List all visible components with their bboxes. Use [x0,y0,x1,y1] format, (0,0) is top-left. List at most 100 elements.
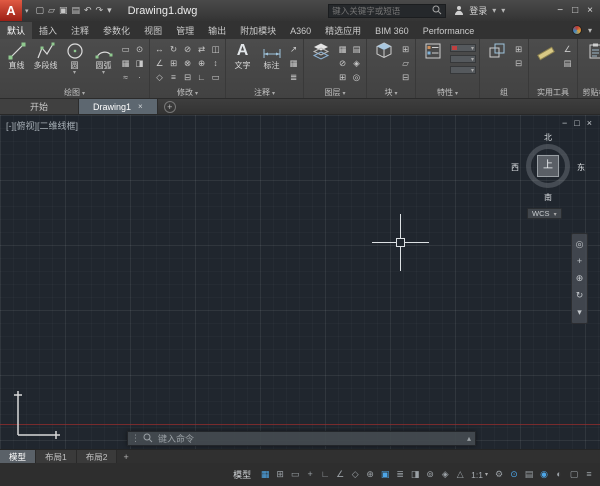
viewcube-east-label[interactable]: 东 [577,162,585,173]
object-snap-icon[interactable]: ▣ [378,467,392,482]
orbit-icon[interactable]: ↻ [572,287,587,304]
layer-freeze-icon[interactable]: ◈ [350,57,363,70]
panel-label-annotation[interactable]: 注释▾ [226,87,303,98]
app-logo[interactable]: A [0,0,22,21]
revision-cloud-icon[interactable]: ≈ [119,71,132,84]
ortho-mode-icon[interactable]: ∟ [318,467,332,482]
workspace-switching-icon[interactable]: ⚙ [492,467,506,482]
polar-tracking-icon[interactable]: ∠ [333,467,347,482]
layer-lock-icon[interactable]: ⊞ [336,71,349,84]
ribbon-tab-10[interactable]: 精选应用 [318,22,368,40]
dynamic-ucs-icon[interactable]: △ [453,467,467,482]
drawing-canvas[interactable]: [-][俯视][二维线框] − □ × 北 南 西 东 上 WCS ▾ ◎+⊕↻… [0,115,600,449]
color-wheel-icon[interactable] [572,25,582,35]
isometric-drafting-icon[interactable]: ◇ [348,467,362,482]
open-file-icon[interactable]: ▱ [48,0,55,21]
scale-icon[interactable]: ◇ [153,71,166,84]
layer-off-icon[interactable]: ⊘ [336,57,349,70]
panel-label-block[interactable]: 块▾ [367,87,415,98]
rectangle-icon[interactable]: ▭ [119,43,132,56]
object-snap-tracking-icon[interactable]: ⊕ [363,467,377,482]
window-minimize-icon[interactable]: − [557,0,563,21]
edit-block-icon[interactable]: ⊟ [399,71,412,84]
circle-tool-button[interactable]: 圆 ▾ [61,41,88,76]
file-tab-close-icon[interactable]: × [138,102,143,111]
panel-label-draw[interactable]: 绘图▾ [0,87,149,98]
layer-isolate-icon[interactable]: ◎ [350,71,363,84]
trim-icon[interactable]: ⊘ [181,43,194,56]
quick-properties-icon[interactable]: ▤ [522,467,536,482]
viewcube-south-label[interactable]: 南 [510,192,586,203]
chamfer-icon[interactable]: ∟ [195,71,208,84]
ribbon-tab-9[interactable]: A360 [283,22,318,40]
panel-label-layers[interactable]: 图层▾ [304,87,366,98]
layout-tab-layout2[interactable]: 布局2 [77,450,118,463]
new-layout-button[interactable]: + [117,450,134,463]
annotation-scale-button[interactable]: 1:1▾ [467,470,492,480]
panel-label-groups[interactable]: 组 [480,87,528,98]
file-tab-drawing1[interactable]: Drawing1× [79,99,158,114]
panel-label-modify[interactable]: 修改▾ [150,87,225,98]
measure-button[interactable] [532,41,559,61]
command-line-grip[interactable]: ⋮ [128,433,143,444]
ribbon-tab-8[interactable]: 附加模块 [233,22,283,40]
text-tool-button[interactable]: A 文字 [229,41,256,70]
wcs-dropdown[interactable]: WCS ▾ [527,208,562,219]
arc-tool-button[interactable]: 圆弧 ▾ [90,41,117,76]
3d-object-snap-icon[interactable]: ◈ [438,467,452,482]
measure-icon[interactable]: ∠ [561,43,574,56]
redo-icon[interactable]: ↷ [96,0,104,21]
viewcube-north-label[interactable]: 北 [510,132,586,143]
clean-screen-icon[interactable]: ▢ [567,467,581,482]
save-file-icon[interactable]: ▣ [59,0,68,21]
mirror-icon[interactable]: ◫ [209,43,222,56]
dimension-tool-button[interactable]: 标注 [258,41,285,70]
layout-tab-model[interactable]: 模型 [0,450,36,463]
quick-select-icon[interactable]: ▤ [561,57,574,70]
group-icon[interactable]: ⊞ [512,43,525,56]
selection-cycling-icon[interactable]: ⊚ [423,467,437,482]
ribbon-tab-2[interactable]: 插入 [32,22,64,40]
point-icon[interactable]: · [133,71,146,84]
qat-more-icon[interactable]: ▾ [107,0,112,21]
move-icon[interactable]: ↔ [153,43,166,56]
dynamic-input-icon[interactable]: + [303,467,317,482]
signin-caret-icon[interactable]: ▾ [492,6,496,15]
fillet-icon[interactable]: ∠ [153,57,166,70]
lengthen-icon[interactable]: ▭ [209,71,222,84]
help-menu-caret-icon[interactable]: ▾ [501,6,505,15]
polyline-tool-button[interactable]: 多段线 [32,41,59,70]
object-color-dropdown[interactable]: ▾ [450,44,476,52]
plot-icon[interactable]: ▤ [71,0,80,21]
ribbon-tab-5[interactable]: 视图 [137,22,169,40]
viewcube-top-face[interactable]: 上 [537,155,559,177]
ribbon-tab-12[interactable]: Performance [416,22,482,40]
annotation-monitor-icon[interactable]: ⊙ [507,467,521,482]
layer-state-icon[interactable]: ▤ [350,43,363,56]
ribbon-tab-4[interactable]: 参数化 [96,22,137,40]
group-button[interactable] [483,41,510,61]
model-paper-toggle[interactable]: 模型 [226,468,258,481]
app-menu-caret-icon[interactable]: ▾ [22,7,32,15]
new-file-icon[interactable]: ▢ [36,0,45,21]
layer-properties-button[interactable] [307,41,334,61]
circle-dropdown-icon[interactable]: ▾ [73,70,76,76]
viewcube-west-label[interactable]: 西 [511,162,519,173]
text-style-icon[interactable]: ≣ [287,71,300,84]
offset-icon[interactable]: ≡ [167,71,180,84]
ungroup-icon[interactable]: ⊟ [512,57,525,70]
ribbon-tab-11[interactable]: BIM 360 [368,22,416,40]
search-icon[interactable] [432,2,442,20]
stretch-icon[interactable]: ↕ [209,57,222,70]
create-block-icon[interactable]: ▱ [399,57,412,70]
panel-label-utilities[interactable]: 实用工具 [529,87,577,98]
leader-icon[interactable]: ↗ [287,43,300,56]
command-line[interactable]: ⋮ 键入命令 ▴ [127,431,476,446]
viewport-minimize-icon[interactable]: − [562,118,567,128]
properties-button[interactable] [419,41,446,61]
grid-display-icon[interactable]: ▦ [258,467,272,482]
lineweight-dropdown[interactable]: ▾ [450,55,476,63]
copy-icon[interactable]: ⇄ [195,43,208,56]
viewport-restore-icon[interactable]: □ [574,118,579,128]
file-tab-start[interactable]: 开始 [0,99,79,114]
